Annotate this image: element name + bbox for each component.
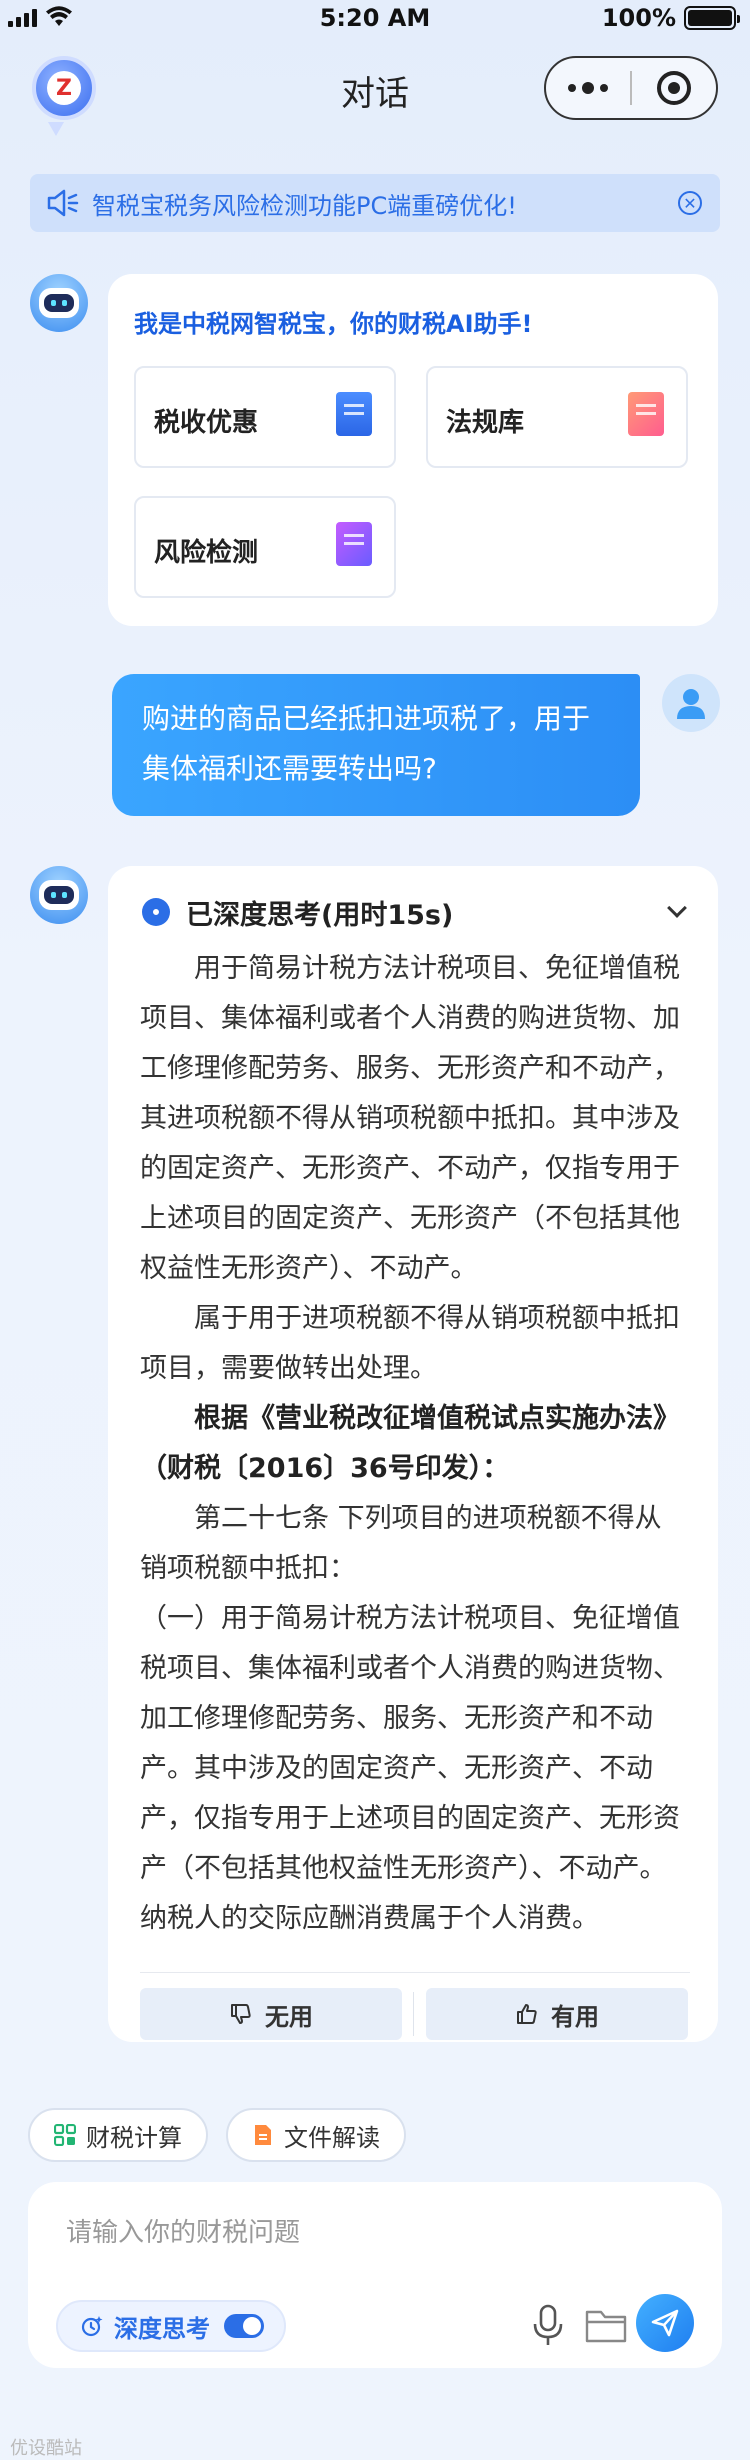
notice-text: 智税宝税务风险检测功能PC端重磅优化! [92,191,517,220]
chip-tax-calculation[interactable]: 财税计算 [28,2108,208,2162]
deep-think-switch[interactable] [224,2314,264,2338]
deep-think-icon [81,2316,103,2337]
answer-paragraph: 用于简易计税方法计税项目、免征增值税项目、集体福利或者个人消费的购进货物、加工修… [140,953,680,1284]
notice-banner[interactable]: 智税宝税务风险检测功能PC端重磅优化! ✕ [30,174,720,232]
deep-think-toggle[interactable]: 深度思考 [56,2300,286,2352]
blue-doc-icon [336,392,372,436]
quick-action-label: 法规库 [446,408,525,438]
quick-action-label: 风险检测 [154,538,259,568]
more-dots-icon [568,82,608,94]
purple-book-icon [336,522,372,566]
chip-label: 财税计算 [86,2123,182,2152]
chip-label: 文件解读 [284,2123,380,2152]
chat-input[interactable]: 请输入你的财税问题 [66,2212,300,2249]
thinking-toggle[interactable]: 已深度思考(用时15s) [142,894,690,931]
bot-avatar [30,274,88,332]
answer-paragraph: （一）用于简易计税方法计税项目、免征增值税项目、集体福利或者个人消费的购进货物、… [140,1603,680,1934]
microphone-icon[interactable] [528,2304,568,2348]
feedback-helpful-button[interactable]: 有用 [426,1988,688,2040]
pink-doc-icon [628,392,664,436]
target-icon [657,71,691,105]
grid-icon [54,2124,76,2146]
folder-icon[interactable] [584,2306,628,2346]
thinking-label: 已深度思考(用时15s) [186,899,454,931]
battery-percent: 100% [601,4,676,32]
feedback-no-label: 无用 [265,2002,313,2031]
user-icon [677,689,705,719]
chevron-down-icon [667,898,687,918]
feedback-yes-label: 有用 [551,2002,599,2031]
close-icon[interactable]: ✕ [678,191,702,215]
quick-action-regulations[interactable]: 法规库 [426,366,688,468]
welcome-card: 我是中税网智税宝，你的财税AI助手! 税收优惠 法规库 风险检测 [108,274,718,626]
bot-avatar [30,866,88,924]
quick-action-tax-benefits[interactable]: 税收优惠 [134,366,396,468]
welcome-title: 我是中税网智税宝，你的财税AI助手! [134,310,533,338]
answer-paragraph: 属于用于进项税额不得从销项税额中抵扣项目，需要做转出处理。 [140,1303,680,1384]
watermark: 优设酷站 [10,2438,82,2459]
speaker-icon [47,189,79,217]
thinking-icon [142,898,170,926]
quick-action-label: 税收优惠 [154,408,259,438]
file-icon [255,2125,271,2145]
nav-bar: Z 对话 [0,52,750,136]
answer-card: 已深度思考(用时15s) 用于简易计税方法计税项目、免征增值税项目、集体福利或者… [108,866,718,2042]
status-bar: 5:20 AM 100% [0,0,750,40]
more-button[interactable] [546,58,630,118]
close-program-button[interactable] [632,58,716,118]
answer-paragraph: 第二十七条 下列项目的进项税额不得从销项税额中抵扣： [140,1503,662,1584]
battery-icon [684,6,740,30]
chat-input-panel: 请输入你的财税问题 深度思考 [28,2182,722,2368]
thumbs-up-icon [517,2004,537,2024]
quick-action-risk-check[interactable]: 风险检测 [134,496,396,598]
answer-paragraph-bold: 根据《营业税改征增值税试点实施办法》（财税〔2016〕36号印发）： [140,1403,680,1484]
deep-think-label: 深度思考 [114,2314,210,2343]
user-avatar [662,674,720,732]
answer-body: 用于简易计税方法计税项目、免征增值税项目、集体福利或者个人消费的购进货物、加工修… [140,944,688,1944]
user-message-bubble: 购进的商品已经抵扣进项税了，用于集体福利还需要转出吗? [112,674,640,816]
feedback-not-helpful-button[interactable]: 无用 [140,1988,402,2040]
thumbs-down-icon [231,2004,251,2024]
send-button[interactable] [636,2294,694,2352]
mini-program-capsule [544,56,718,120]
chip-file-interpretation[interactable]: 文件解读 [226,2108,406,2162]
send-icon [651,2309,679,2337]
